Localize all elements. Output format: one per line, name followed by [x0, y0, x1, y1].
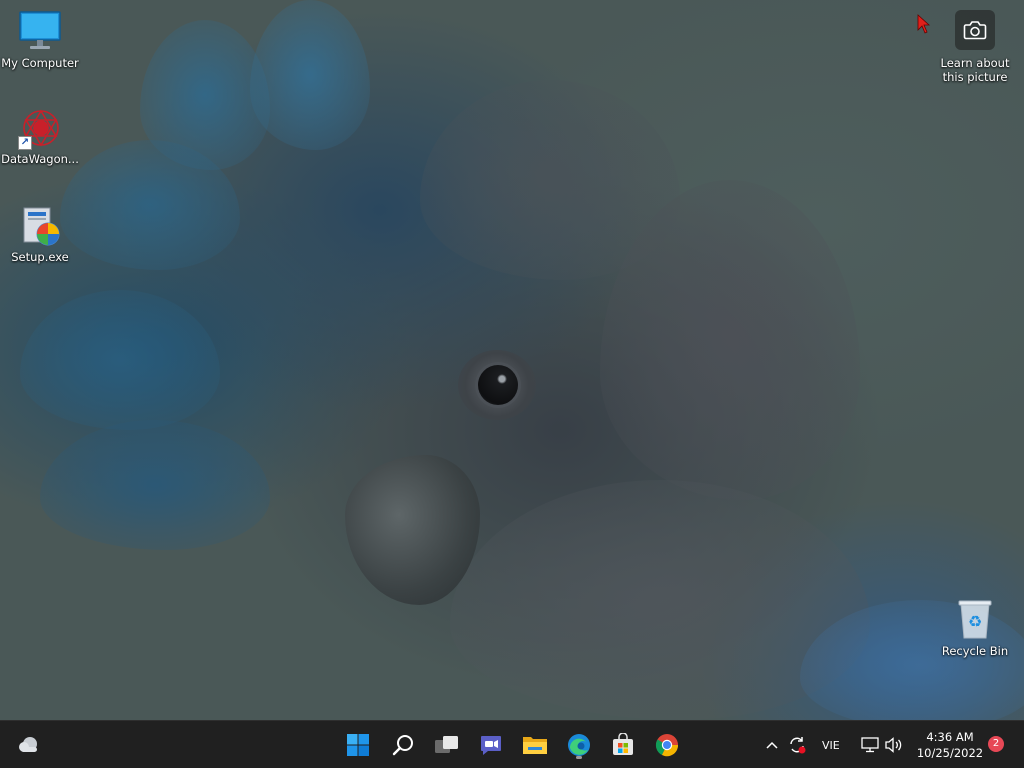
svg-text:♻: ♻ — [968, 612, 982, 631]
chevron-up-icon — [766, 741, 778, 749]
desktop-icon-label: Setup.exe — [11, 250, 69, 264]
shortcut-arrow-icon: ↗ — [18, 136, 32, 150]
camera-icon — [955, 10, 995, 50]
chat-icon — [481, 736, 501, 755]
folder-icon — [523, 737, 547, 754]
file-explorer-button[interactable] — [519, 729, 551, 761]
wallpaper-feather — [40, 420, 270, 550]
desktop-icon-datawagon[interactable]: ↗ DataWagon... — [0, 106, 80, 166]
desktop-icon-my-computer[interactable]: My Computer — [0, 10, 80, 70]
clock-time: 4:36 AM — [926, 730, 974, 744]
weather-widget-button[interactable] — [12, 729, 44, 761]
chat-button[interactable] — [475, 729, 507, 761]
clock-button[interactable]: 4:36 AM 10/25/2022 — [912, 729, 988, 761]
wallpaper-feather — [20, 290, 220, 430]
recycle-bin-icon: ♻ — [953, 598, 997, 642]
chrome-button[interactable] — [651, 729, 683, 761]
windows-start-icon — [347, 734, 369, 756]
edge-button[interactable] — [563, 729, 595, 761]
clock-date: 10/25/2022 — [916, 746, 984, 760]
speaker-icon — [885, 737, 902, 753]
wallpaper-eye — [478, 365, 518, 405]
mouse-cursor-icon — [917, 14, 931, 38]
edge-icon — [568, 734, 590, 756]
active-app-indicator — [576, 756, 582, 759]
task-view-icon — [435, 736, 458, 753]
wallpaper-feather — [250, 0, 370, 150]
chrome-icon — [655, 734, 679, 757]
store-icon — [613, 733, 633, 755]
network-button[interactable] — [858, 729, 882, 761]
cloud-icon — [19, 737, 37, 752]
language-indicator[interactable]: VIE — [822, 739, 840, 752]
desktop-icon-label: DataWagon... — [1, 152, 79, 166]
show-hidden-icons-button[interactable] — [760, 729, 784, 761]
search-icon — [392, 735, 413, 756]
installer-icon — [18, 204, 62, 248]
learn-about-picture-button[interactable]: Learn about this picture — [935, 10, 1015, 84]
desktop-icon-label: Recycle Bin — [941, 644, 1009, 658]
sync-status-button[interactable] — [784, 729, 810, 761]
network-icon — [861, 737, 879, 753]
desktop-icon-label: My Computer — [1, 56, 79, 70]
learn-about-line2: this picture — [942, 70, 1008, 84]
store-button[interactable] — [607, 729, 639, 761]
desktop-icon-setup[interactable]: Setup.exe — [0, 204, 80, 264]
search-button[interactable] — [387, 729, 419, 761]
sync-icon — [790, 737, 806, 754]
learn-about-line1: Learn about — [940, 56, 1010, 70]
datawagon-icon: ↗ — [18, 106, 62, 150]
notification-badge[interactable]: 2 — [988, 736, 1004, 752]
taskbar: VIE 4:36 AM 10/25/2022 2 — [0, 720, 1024, 768]
desktop-icon-recycle-bin[interactable]: ♻ Recycle Bin — [935, 598, 1015, 658]
volume-button[interactable] — [882, 729, 906, 761]
task-view-button[interactable] — [431, 729, 463, 761]
desktop-wallpaper[interactable]: My Computer ↗ DataWagon... Setup.exe ♻ R… — [0, 0, 1024, 720]
monitor-icon — [18, 10, 62, 54]
start-button[interactable] — [342, 729, 374, 761]
